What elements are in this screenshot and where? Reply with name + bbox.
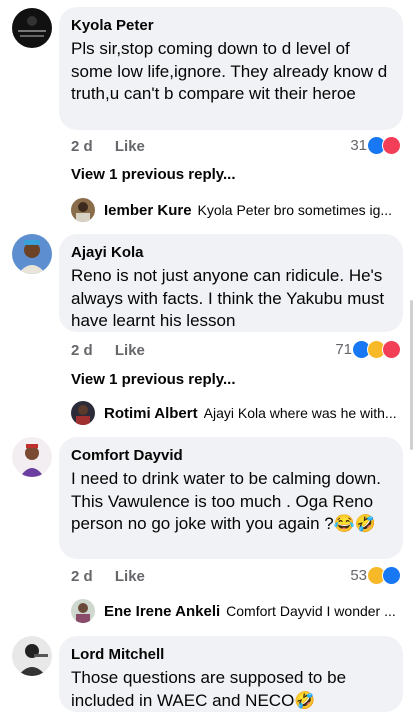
comment-time: 2 d xyxy=(71,342,93,359)
reaction-summary[interactable]: 31 xyxy=(350,136,401,155)
view-previous-replies[interactable]: View 1 previous reply... xyxy=(71,166,236,183)
comment-time: 2 d xyxy=(71,568,93,585)
comment-bubble: Kyola Peter Pls sir,stop coming down to … xyxy=(59,7,403,130)
reply-avatar xyxy=(71,599,95,623)
scrollbar[interactable] xyxy=(410,300,413,450)
avatar[interactable] xyxy=(12,437,52,477)
like-button[interactable]: Like xyxy=(115,568,145,585)
comment-actions: 2 d Like xyxy=(71,568,163,585)
comment-author[interactable]: Lord Mitchell xyxy=(71,645,391,664)
reaction-count: 71 xyxy=(335,341,352,358)
comment-text: Pls sir,stop coming down to d level of s… xyxy=(71,39,388,103)
reply-text: Comfort Dayvid I wonder ... xyxy=(226,603,396,619)
reply-author: Iember Kure xyxy=(104,201,192,219)
comment-bubble: Comfort Dayvid I need to drink water to … xyxy=(59,437,403,559)
reply-avatar xyxy=(71,401,95,425)
avatar[interactable] xyxy=(12,8,52,48)
reply-author: Ene Irene Ankeli xyxy=(104,602,221,620)
comment-text: Reno is not just anyone can ridicule. He… xyxy=(71,266,385,330)
comment-author[interactable]: Comfort Dayvid xyxy=(71,446,391,465)
comment-author[interactable]: Kyola Peter xyxy=(71,16,391,35)
comment-bubble: Ajayi Kola Reno is not just anyone can r… xyxy=(59,234,403,332)
like-button[interactable]: Like xyxy=(115,342,145,359)
comment-actions: 2 d Like xyxy=(71,138,163,155)
like-icon xyxy=(382,566,401,585)
comment-actions: 2 d Like xyxy=(71,342,163,359)
comment-author[interactable]: Ajayi Kola xyxy=(71,243,391,262)
reaction-summary[interactable]: 71 xyxy=(335,340,401,359)
love-icon xyxy=(382,340,401,359)
reply-text: Ajayi Kola where was he with... xyxy=(203,405,397,421)
comment-text: Those questions are supposed to be inclu… xyxy=(71,668,347,710)
comment-time: 2 d xyxy=(71,138,93,155)
reaction-summary[interactable]: 53 xyxy=(350,566,401,585)
reaction-count: 53 xyxy=(350,567,367,584)
reply-preview[interactable]: Rotimi Albert Ajayi Kola where was he wi… xyxy=(71,401,401,425)
reply-text: Kyola Peter bro sometimes ig... xyxy=(197,202,393,218)
reply-preview[interactable]: Iember Kure Kyola Peter bro sometimes ig… xyxy=(71,198,401,222)
reply-avatar xyxy=(71,198,95,222)
comment-bubble: Lord Mitchell Those questions are suppos… xyxy=(59,636,403,712)
avatar[interactable] xyxy=(12,234,52,274)
view-previous-replies[interactable]: View 1 previous reply... xyxy=(71,371,236,388)
like-button[interactable]: Like xyxy=(115,138,145,155)
love-icon xyxy=(382,136,401,155)
reaction-count: 31 xyxy=(350,137,367,154)
reply-preview[interactable]: Ene Irene Ankeli Comfort Dayvid I wonder… xyxy=(71,599,401,623)
avatar[interactable] xyxy=(12,636,52,676)
reply-author: Rotimi Albert xyxy=(104,404,198,422)
comment-text: I need to drink water to be calming down… xyxy=(71,469,381,533)
